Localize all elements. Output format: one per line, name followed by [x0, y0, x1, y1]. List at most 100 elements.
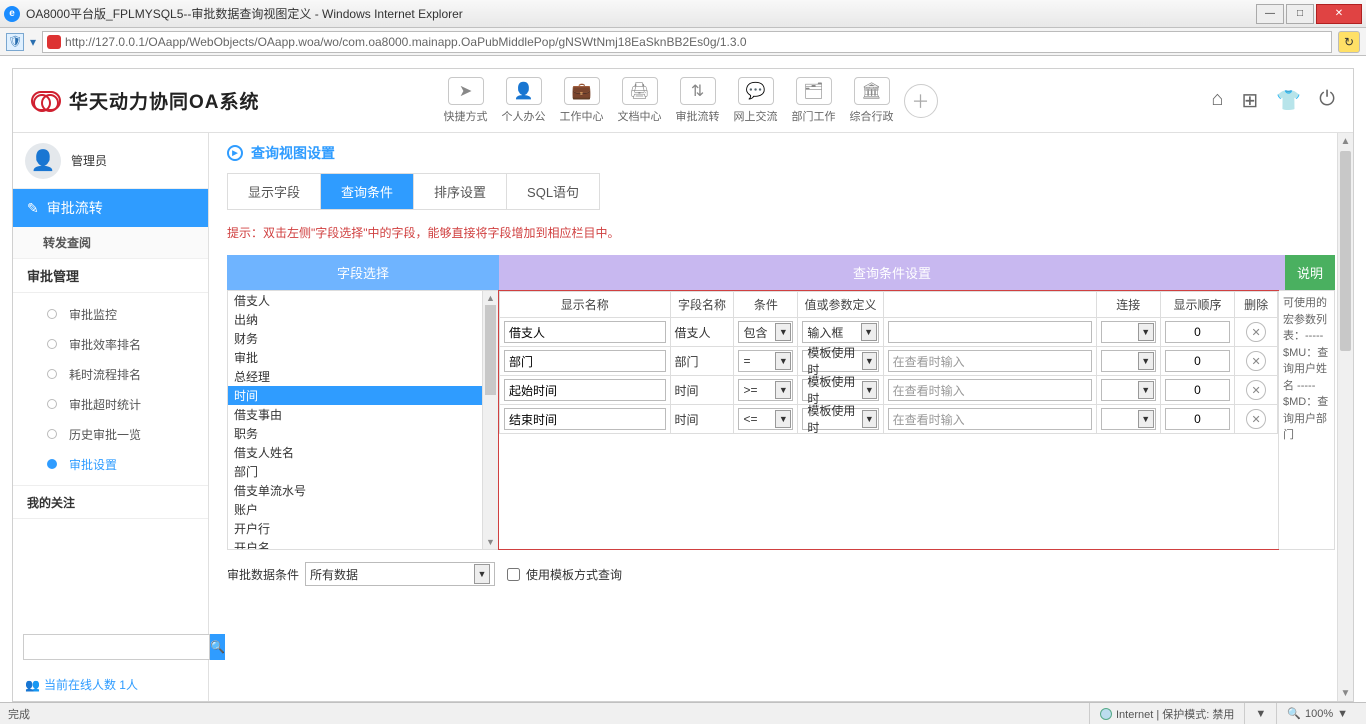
scroll-thumb[interactable] — [485, 305, 496, 395]
field-item[interactable]: 总经理 — [228, 367, 482, 386]
topnav-item-5[interactable]: 💬网上交流 — [730, 77, 782, 124]
operator-select[interactable]: <=▼ — [738, 408, 793, 430]
topnav-icon: ➤ — [448, 77, 484, 105]
field-item[interactable]: 时间 — [228, 386, 482, 405]
field-item[interactable]: 部门 — [228, 462, 482, 481]
sidebar-item-2[interactable]: 耗时流程排名 — [13, 359, 208, 389]
sidebar-search: 🔍 — [13, 626, 208, 668]
delete-row-button[interactable]: ✕ — [1246, 409, 1266, 429]
field-item[interactable]: 职务 — [228, 424, 482, 443]
operator-select[interactable]: 包含▼ — [738, 321, 793, 343]
field-item[interactable]: 借支人 — [228, 291, 482, 310]
sidebar-item-0[interactable]: 审批监控 — [13, 299, 208, 329]
scroll-up-icon[interactable]: ▲ — [483, 291, 498, 305]
sidebar-item-4[interactable]: 历史审批一览 — [13, 419, 208, 449]
connector-select[interactable]: ▼ — [1101, 408, 1156, 430]
add-nav-button[interactable]: ＋ — [904, 84, 938, 118]
status-protect-toggle[interactable]: ▼ — [1244, 703, 1276, 724]
template-mode-checkbox[interactable] — [507, 568, 520, 581]
url-input[interactable]: http://127.0.0.1/OAapp/WebObjects/OAapp.… — [42, 31, 1332, 53]
field-item[interactable]: 借支人姓名 — [228, 443, 482, 462]
page-title: 查询视图设置 — [209, 133, 1353, 173]
field-item[interactable]: 账户 — [228, 500, 482, 519]
topnav-item-1[interactable]: 👤个人办公 — [498, 77, 550, 124]
topnav-item-2[interactable]: 💼工作中心 — [556, 77, 608, 124]
field-name-cell: 借支人 — [670, 318, 734, 347]
connector-select[interactable]: ▼ — [1101, 321, 1156, 343]
field-item[interactable]: 出纳 — [228, 310, 482, 329]
delete-row-button[interactable]: ✕ — [1246, 380, 1266, 400]
sidebar-group-manage[interactable]: 审批管理 — [13, 259, 208, 293]
home-icon[interactable]: ⌂ — [1211, 88, 1223, 113]
valtype-select[interactable]: 模板使用时▼ — [802, 350, 878, 372]
online-count[interactable]: 👥 当前在线人数 1人 — [13, 668, 208, 701]
field-item[interactable]: 开户行 — [228, 519, 482, 538]
scroll-down-icon[interactable]: ▼ — [1338, 685, 1353, 701]
value-input[interactable] — [888, 321, 1092, 343]
display-name-input[interactable] — [504, 350, 666, 372]
header-help[interactable]: 说明 — [1285, 255, 1335, 290]
connector-select[interactable]: ▼ — [1101, 350, 1156, 372]
sidebar-item-1[interactable]: 审批效率排名 — [13, 329, 208, 359]
valtype-select[interactable]: 模板使用时▼ — [802, 379, 878, 401]
scroll-down-icon[interactable]: ▼ — [483, 535, 498, 549]
valtype-select[interactable]: 模板使用时▼ — [802, 408, 878, 430]
order-input[interactable] — [1165, 379, 1231, 401]
value-input[interactable] — [888, 350, 1092, 372]
valtype-select[interactable]: 输入框▼ — [802, 321, 878, 343]
refresh-button[interactable]: ↻ — [1338, 31, 1360, 53]
scroll-thumb[interactable] — [1340, 151, 1351, 351]
maximize-button[interactable]: □ — [1286, 4, 1314, 24]
close-button[interactable]: ✕ — [1316, 4, 1362, 24]
topnav-item-0[interactable]: ➤快捷方式 — [440, 77, 492, 124]
sidebar-subitem-forward[interactable]: 转发查阅 — [13, 227, 208, 259]
topnav-item-4[interactable]: ⇅审批流转 — [672, 77, 724, 124]
field-item[interactable]: 借支单流水号 — [228, 481, 482, 500]
delete-row-button[interactable]: ✕ — [1246, 351, 1266, 371]
tab-0[interactable]: 显示字段 — [228, 174, 321, 209]
power-icon[interactable]: ⏻ — [1319, 88, 1335, 113]
display-name-input[interactable] — [504, 321, 666, 343]
main-scrollbar[interactable]: ▲ ▼ — [1337, 133, 1353, 701]
operator-select[interactable]: =▼ — [738, 350, 793, 372]
status-zone: Internet | 保护模式: 禁用 — [1089, 703, 1244, 724]
data-scope-select[interactable]: 所有数据 ▼ — [305, 562, 495, 586]
shirt-icon[interactable]: 👕 — [1276, 88, 1301, 113]
sidebar-active-module[interactable]: ✎ 审批流转 — [13, 189, 208, 227]
display-name-input[interactable] — [504, 379, 666, 401]
topnav-item-7[interactable]: 🏛综合行政 — [846, 77, 898, 124]
sidebar-search-input[interactable] — [23, 634, 210, 660]
field-list[interactable]: 借支人出纳财务审批总经理时间借支事由职务借支人姓名部门借支单流水号账户开户行开户… — [228, 291, 482, 549]
minimize-button[interactable]: — — [1256, 4, 1284, 24]
order-input[interactable] — [1165, 408, 1231, 430]
scroll-up-icon[interactable]: ▲ — [1338, 133, 1353, 149]
tab-2[interactable]: 排序设置 — [414, 174, 507, 209]
display-name-input[interactable] — [504, 408, 666, 430]
security-shield-icon[interactable]: 🛡 — [6, 33, 24, 51]
field-item[interactable]: 财务 — [228, 329, 482, 348]
section-header: 字段选择 查询条件设置 说明 — [227, 255, 1335, 290]
delete-row-button[interactable]: ✕ — [1246, 322, 1266, 342]
order-input[interactable] — [1165, 321, 1231, 343]
field-item[interactable]: 审批 — [228, 348, 482, 367]
apps-icon[interactable]: ⊞ — [1242, 88, 1259, 113]
topnav-item-3[interactable]: 🖨文档中心 — [614, 77, 666, 124]
zoom-control[interactable]: 🔍 100% ▼ — [1276, 703, 1358, 724]
topnav-icon: 💼 — [564, 77, 600, 105]
sidebar-group-follow[interactable]: 我的关注 — [13, 485, 208, 519]
connector-select[interactable]: ▼ — [1101, 379, 1156, 401]
tab-3[interactable]: SQL语句 — [507, 174, 599, 209]
approval-icon: ✎ — [27, 200, 39, 217]
sidebar-item-5[interactable]: 审批设置 — [13, 449, 208, 479]
value-input[interactable] — [888, 408, 1092, 430]
field-item[interactable]: 开户名 — [228, 538, 482, 549]
field-name-cell: 部门 — [670, 347, 734, 376]
field-item[interactable]: 借支事由 — [228, 405, 482, 424]
operator-select[interactable]: >=▼ — [738, 379, 793, 401]
field-scrollbar[interactable]: ▲ ▼ — [482, 291, 498, 549]
order-input[interactable] — [1165, 350, 1231, 372]
value-input[interactable] — [888, 379, 1092, 401]
sidebar-item-3[interactable]: 审批超时统计 — [13, 389, 208, 419]
tab-1[interactable]: 查询条件 — [321, 174, 414, 209]
topnav-item-6[interactable]: 🗂部门工作 — [788, 77, 840, 124]
